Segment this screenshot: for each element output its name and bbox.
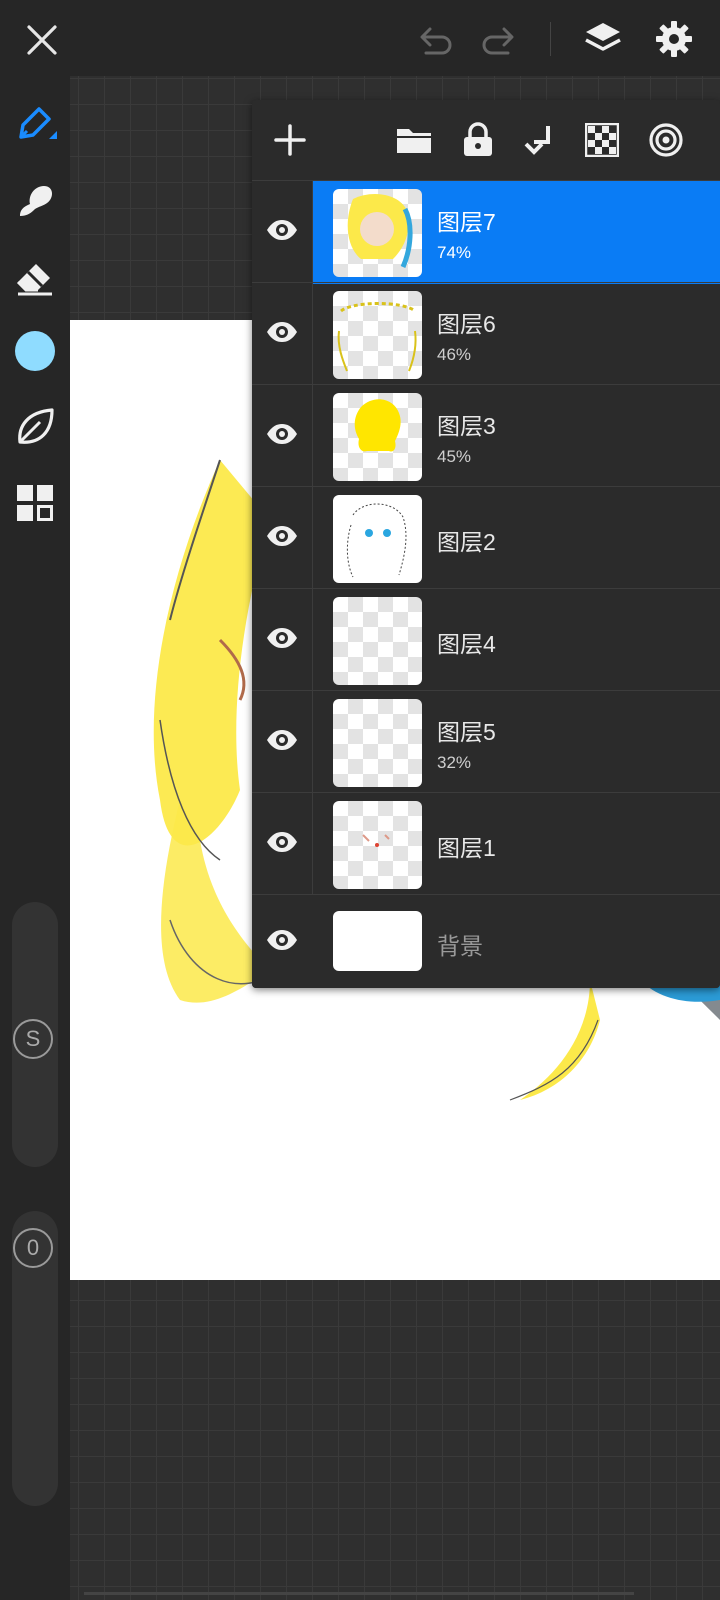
layer-row-3[interactable]: 图层3 45% bbox=[252, 384, 720, 488]
redo-icon[interactable] bbox=[478, 18, 522, 62]
layers-icon[interactable] bbox=[580, 16, 626, 62]
pen-icon[interactable] bbox=[12, 102, 58, 148]
layer-thumbnail bbox=[333, 393, 422, 481]
layer-main[interactable]: 图层2 bbox=[313, 487, 720, 590]
eye-icon bbox=[266, 627, 298, 654]
visibility-toggle[interactable] bbox=[252, 487, 312, 590]
layer-thumbnail bbox=[333, 495, 422, 583]
layer-name: 图层4 bbox=[437, 631, 496, 657]
eye-icon bbox=[266, 321, 298, 348]
layer-row-2[interactable]: 图层2 bbox=[252, 486, 720, 590]
color-swatch[interactable] bbox=[12, 328, 58, 374]
layer-name: 图层1 bbox=[437, 835, 496, 861]
layer-row-6[interactable]: 图层6 46% bbox=[252, 282, 720, 386]
visibility-toggle[interactable] bbox=[252, 691, 312, 794]
layer-row-background[interactable]: 背景 bbox=[252, 894, 720, 988]
blend-mode-icon[interactable] bbox=[644, 118, 688, 162]
visibility-toggle[interactable] bbox=[252, 385, 312, 488]
layer-main[interactable]: 图层1 bbox=[313, 793, 720, 896]
layer-opacity: 74% bbox=[437, 243, 472, 262]
brush-size-label: S bbox=[13, 1019, 53, 1059]
grid-icon[interactable] bbox=[12, 480, 58, 526]
eye-icon bbox=[266, 525, 298, 552]
add-icon[interactable] bbox=[268, 118, 312, 162]
toolbar-divider bbox=[550, 22, 551, 56]
layer-name: 背景 bbox=[437, 933, 483, 959]
layer-thumbnail bbox=[333, 911, 422, 971]
layer-name: 图层7 bbox=[437, 209, 496, 235]
layer-opacity: 32% bbox=[437, 753, 472, 772]
layer-main[interactable]: 背景 bbox=[313, 895, 720, 988]
undo-icon[interactable] bbox=[412, 18, 456, 62]
lock-icon[interactable] bbox=[456, 118, 500, 162]
gear-icon[interactable] bbox=[651, 16, 697, 62]
layer-thumbnail bbox=[333, 291, 422, 379]
visibility-toggle[interactable] bbox=[252, 793, 312, 896]
layer-main[interactable]: 图层5 32% bbox=[313, 691, 720, 794]
tool-sidebar: S 0 bbox=[0, 76, 70, 1600]
layer-opacity: 45% bbox=[437, 447, 472, 466]
visibility-toggle[interactable] bbox=[252, 589, 312, 692]
layer-main[interactable]: 图层3 45% bbox=[313, 385, 720, 488]
eye-icon bbox=[266, 423, 298, 450]
eye-icon bbox=[266, 831, 298, 858]
close-icon[interactable] bbox=[20, 18, 64, 62]
layer-thumbnail bbox=[333, 801, 422, 889]
layers-panel: 图层7 74% 图层6 46% 图层3 45% 图层2 图层4 图层5 32% … bbox=[252, 100, 720, 988]
layer-name: 图层6 bbox=[437, 311, 496, 337]
visibility-toggle[interactable] bbox=[252, 181, 312, 284]
brush-opacity-label: 0 bbox=[13, 1228, 53, 1268]
eye-icon bbox=[266, 219, 298, 246]
eye-icon bbox=[266, 929, 298, 956]
layer-thumbnail bbox=[333, 699, 422, 787]
top-bar bbox=[0, 0, 720, 76]
layer-thumbnail bbox=[333, 597, 422, 685]
layer-name: 图层3 bbox=[437, 413, 496, 439]
folder-icon[interactable] bbox=[392, 118, 436, 162]
smudge-icon[interactable] bbox=[12, 178, 58, 224]
leaf-icon[interactable] bbox=[12, 404, 58, 450]
layer-row-7[interactable]: 图层7 74% bbox=[252, 180, 720, 284]
layer-main[interactable]: 图层6 46% bbox=[313, 283, 720, 386]
layer-main[interactable]: 图层4 bbox=[313, 589, 720, 692]
eye-icon bbox=[266, 729, 298, 756]
merge-down-icon[interactable] bbox=[518, 118, 562, 162]
visibility-toggle[interactable] bbox=[252, 283, 312, 386]
visibility-toggle[interactable] bbox=[252, 895, 312, 988]
layer-name: 图层2 bbox=[437, 529, 496, 555]
scroll-indicator bbox=[84, 1592, 634, 1595]
eraser-icon[interactable] bbox=[12, 254, 58, 300]
layers-toolbar bbox=[252, 100, 720, 180]
layer-row-4[interactable]: 图层4 bbox=[252, 588, 720, 692]
layer-name: 图层5 bbox=[437, 719, 496, 745]
layer-row-5[interactable]: 图层5 32% bbox=[252, 690, 720, 794]
layer-row-1[interactable]: 图层1 bbox=[252, 792, 720, 896]
layer-thumbnail bbox=[333, 189, 422, 277]
layer-opacity: 46% bbox=[437, 345, 472, 364]
layer-main[interactable]: 图层7 74% bbox=[313, 181, 720, 284]
transparency-icon[interactable] bbox=[580, 118, 624, 162]
